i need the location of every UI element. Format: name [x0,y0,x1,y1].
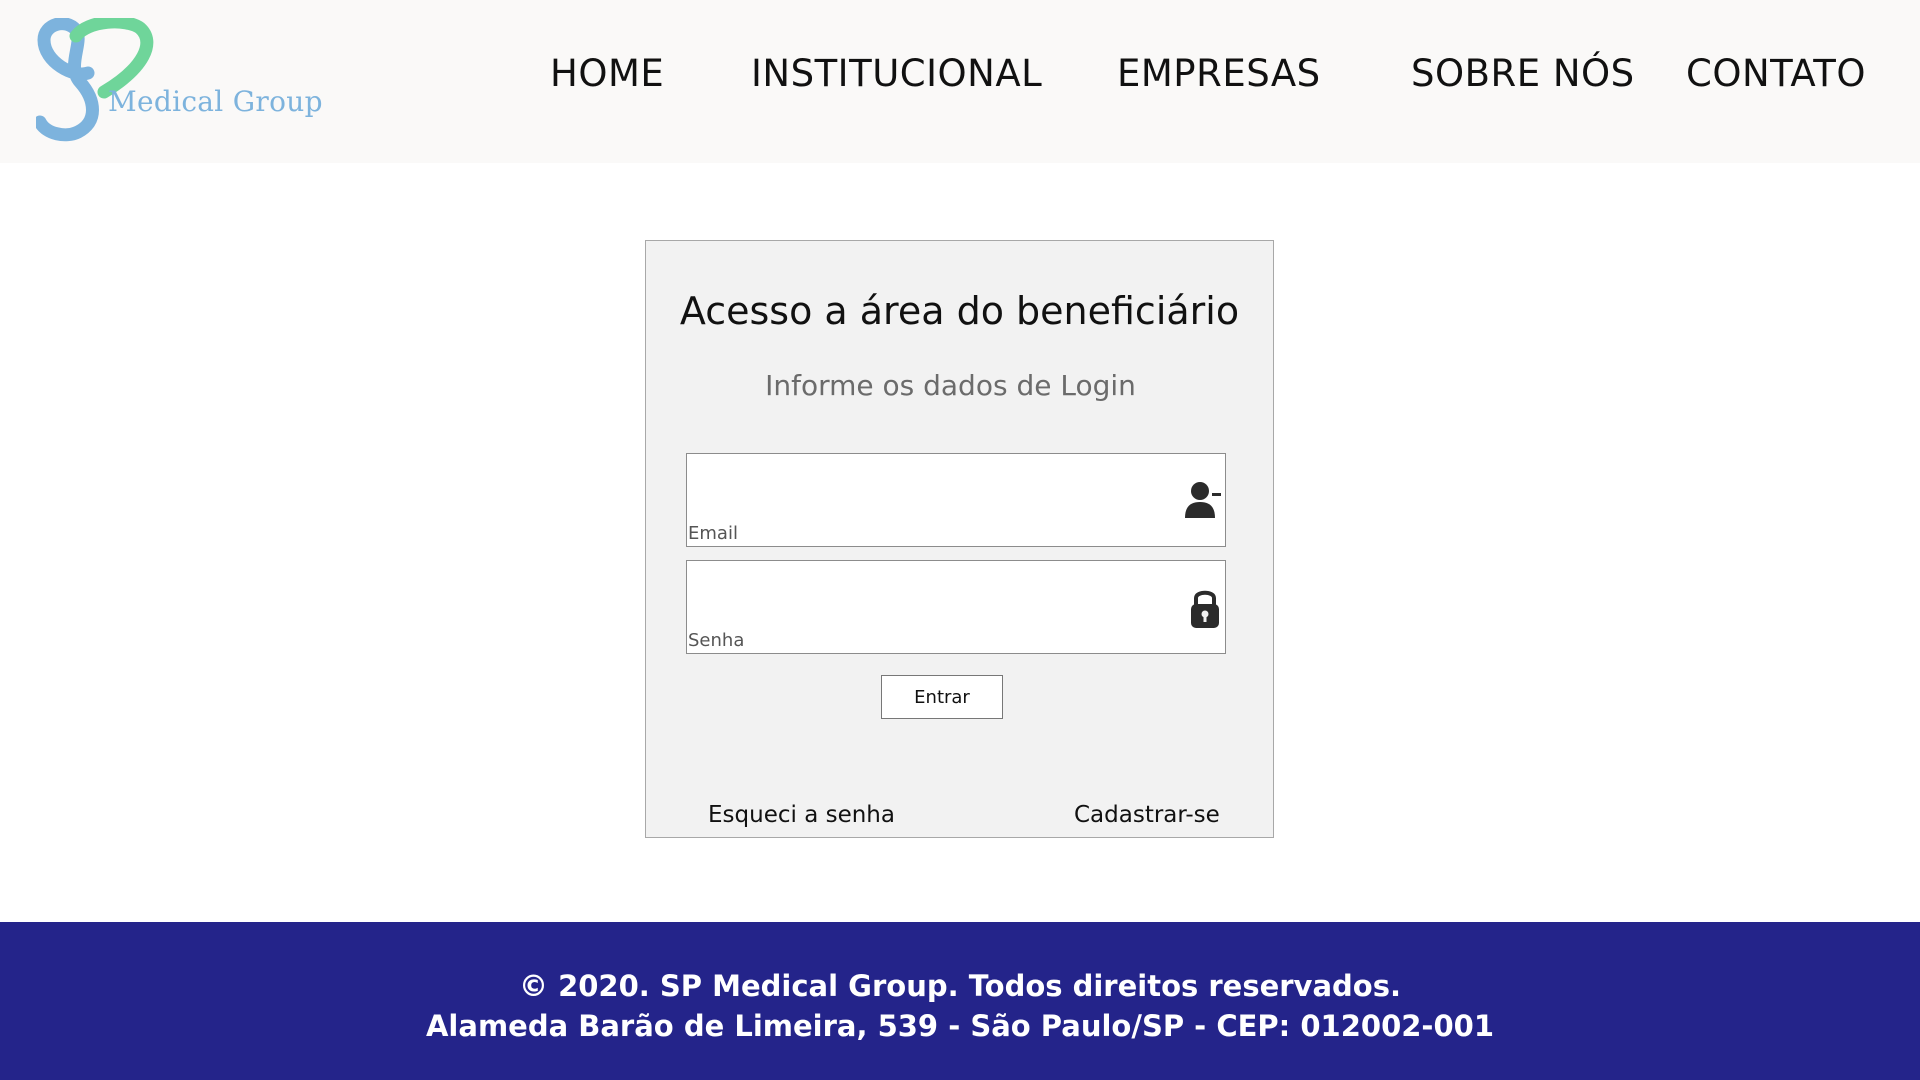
nav-empresas[interactable]: EMPRESAS [1117,52,1321,95]
brand-logo[interactable]: Medical Group [36,18,323,143]
login-title: Acesso a área do beneficiário [679,289,1240,333]
site-footer: © 2020. SP Medical Group. Todos direitos… [0,922,1920,1080]
brand-name: Medical Group [108,85,323,118]
site-header: Medical Group HOME INSTITUCIONAL EMPRESA… [0,0,1920,163]
signup-link[interactable]: Cadastrar-se [1074,802,1220,828]
password-field[interactable]: Senha [686,560,1226,654]
nav-contato[interactable]: CONTATO [1686,52,1866,95]
password-input[interactable] [687,561,1167,621]
login-submit-button[interactable]: Entrar [881,675,1003,719]
email-label: Email [688,523,738,544]
email-field[interactable]: Email [686,453,1226,547]
nav-home[interactable]: HOME [550,52,664,95]
footer-address: Alameda Barão de Limeira, 539 - São Paul… [425,1009,1494,1043]
footer-copyright: © 2020. SP Medical Group. Todos direitos… [518,969,1401,1003]
nav-institucional[interactable]: INSTITUCIONAL [751,52,1042,95]
login-subtitle: Informe os dados de Login [765,369,1136,402]
nav-sobre-nos[interactable]: SOBRE NÓS [1411,52,1635,95]
lock-icon [1189,587,1221,633]
password-label: Senha [688,630,745,651]
forgot-password-link[interactable]: Esqueci a senha [708,802,895,828]
login-card: Acesso a área do beneficiário Informe os… [645,240,1274,838]
user-icon [1185,480,1221,524]
email-input[interactable] [687,454,1167,514]
sp-heart-logo-icon [36,18,154,142]
